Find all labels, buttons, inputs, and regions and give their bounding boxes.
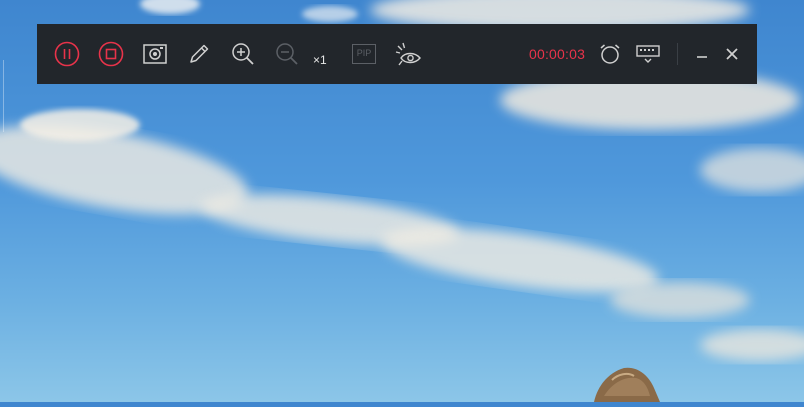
toolbar-divider bbox=[677, 43, 678, 65]
close-button[interactable] bbox=[715, 24, 749, 84]
zoom-in-icon bbox=[230, 41, 256, 67]
screenshot-button[interactable] bbox=[138, 24, 172, 84]
schedule-button[interactable] bbox=[593, 24, 627, 84]
stop-button[interactable] bbox=[94, 24, 128, 84]
eye-icon bbox=[395, 41, 423, 67]
recording-toolbar: ×1 PIP 00:00:03 bbox=[37, 24, 757, 84]
zoom-in-button[interactable] bbox=[226, 24, 260, 84]
keyboard-dropdown-icon bbox=[635, 43, 661, 65]
camera-icon bbox=[142, 42, 168, 66]
pencil-icon bbox=[186, 41, 212, 67]
minimize-button[interactable] bbox=[685, 24, 719, 84]
pause-icon bbox=[54, 41, 80, 67]
settings-dropdown-button[interactable] bbox=[631, 24, 665, 84]
zoom-out-icon bbox=[274, 41, 300, 67]
minimize-icon bbox=[695, 47, 709, 61]
stop-icon bbox=[98, 41, 124, 67]
pause-button[interactable] bbox=[50, 24, 84, 84]
pip-label: PIP bbox=[356, 48, 372, 58]
annotate-button[interactable] bbox=[182, 24, 216, 84]
rock-formation bbox=[594, 367, 660, 402]
pip-icon: PIP bbox=[352, 44, 376, 64]
zoom-out-button[interactable] bbox=[270, 24, 304, 84]
close-icon bbox=[725, 47, 739, 61]
alarm-clock-icon bbox=[598, 42, 622, 66]
spotlight-button[interactable] bbox=[392, 24, 426, 84]
zoom-level-label: ×1 bbox=[313, 53, 327, 67]
pip-button[interactable]: PIP bbox=[347, 24, 381, 84]
recording-timer: 00:00:03 bbox=[529, 46, 586, 62]
window-edge bbox=[0, 60, 4, 132]
